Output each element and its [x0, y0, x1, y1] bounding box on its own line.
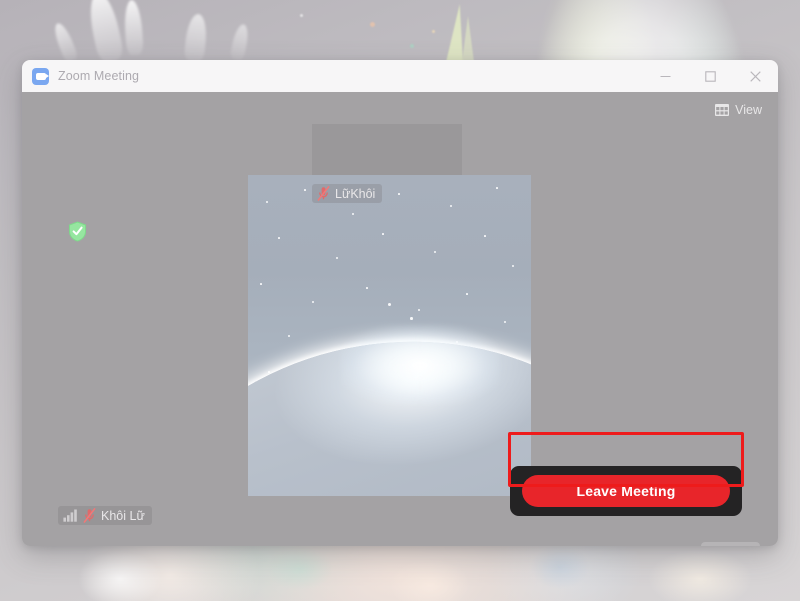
mic-muted-icon	[83, 508, 96, 523]
close-icon[interactable]	[733, 60, 778, 92]
wallpaper-decoration	[370, 22, 375, 27]
participant-name-badge: Khôi Lữ	[58, 506, 152, 525]
view-button-label: View	[735, 103, 762, 117]
cancel-button[interactable]: Cancel	[701, 542, 760, 546]
wallpaper-decoration	[432, 30, 435, 33]
leave-meeting-button[interactable]: Leave Meeting	[522, 475, 730, 507]
leave-meeting-panel: Leave Meeting	[510, 466, 742, 516]
zoom-camera-icon	[32, 67, 49, 85]
window-title: Zoom Meeting	[58, 69, 140, 83]
zoom-meeting-window: Zoom Meeting View LữKhôi Khôi Lữ Leave M…	[22, 60, 778, 546]
window-controls	[643, 60, 778, 92]
wallpaper-decoration	[462, 16, 474, 62]
meeting-video-area: View LữKhôi Khôi Lữ Leave Meeting	[22, 92, 778, 546]
minimize-icon[interactable]	[643, 60, 688, 92]
wallpaper-decoration	[123, 0, 144, 56]
grid-view-icon	[715, 104, 730, 116]
wallpaper-decoration	[85, 0, 125, 64]
sun-glow	[340, 325, 500, 405]
wallpaper-decoration	[0, 539, 800, 601]
wallpaper-decoration	[183, 13, 209, 63]
leave-meeting-label: Leave Meeting	[576, 483, 676, 499]
participant-video-tile[interactable]	[248, 175, 531, 496]
maximize-icon[interactable]	[688, 60, 733, 92]
participant-name-badge: LữKhôi	[312, 184, 383, 203]
signal-bars-icon	[63, 509, 77, 522]
wallpaper-decoration	[229, 22, 251, 62]
window-titlebar[interactable]: Zoom Meeting	[22, 60, 778, 92]
screen: Zoom Meeting View LữKhôi Khôi Lữ Leave M…	[0, 0, 800, 601]
green-shield-check-icon	[69, 221, 86, 242]
view-button[interactable]: View	[709, 100, 768, 120]
participant-name: Khôi Lữ	[101, 508, 145, 523]
mic-muted-icon	[317, 186, 330, 201]
wallpaper-decoration	[300, 14, 303, 17]
wallpaper-decoration	[51, 20, 79, 64]
participant-name: LữKhôi	[335, 186, 376, 201]
wallpaper-decoration	[410, 44, 414, 48]
